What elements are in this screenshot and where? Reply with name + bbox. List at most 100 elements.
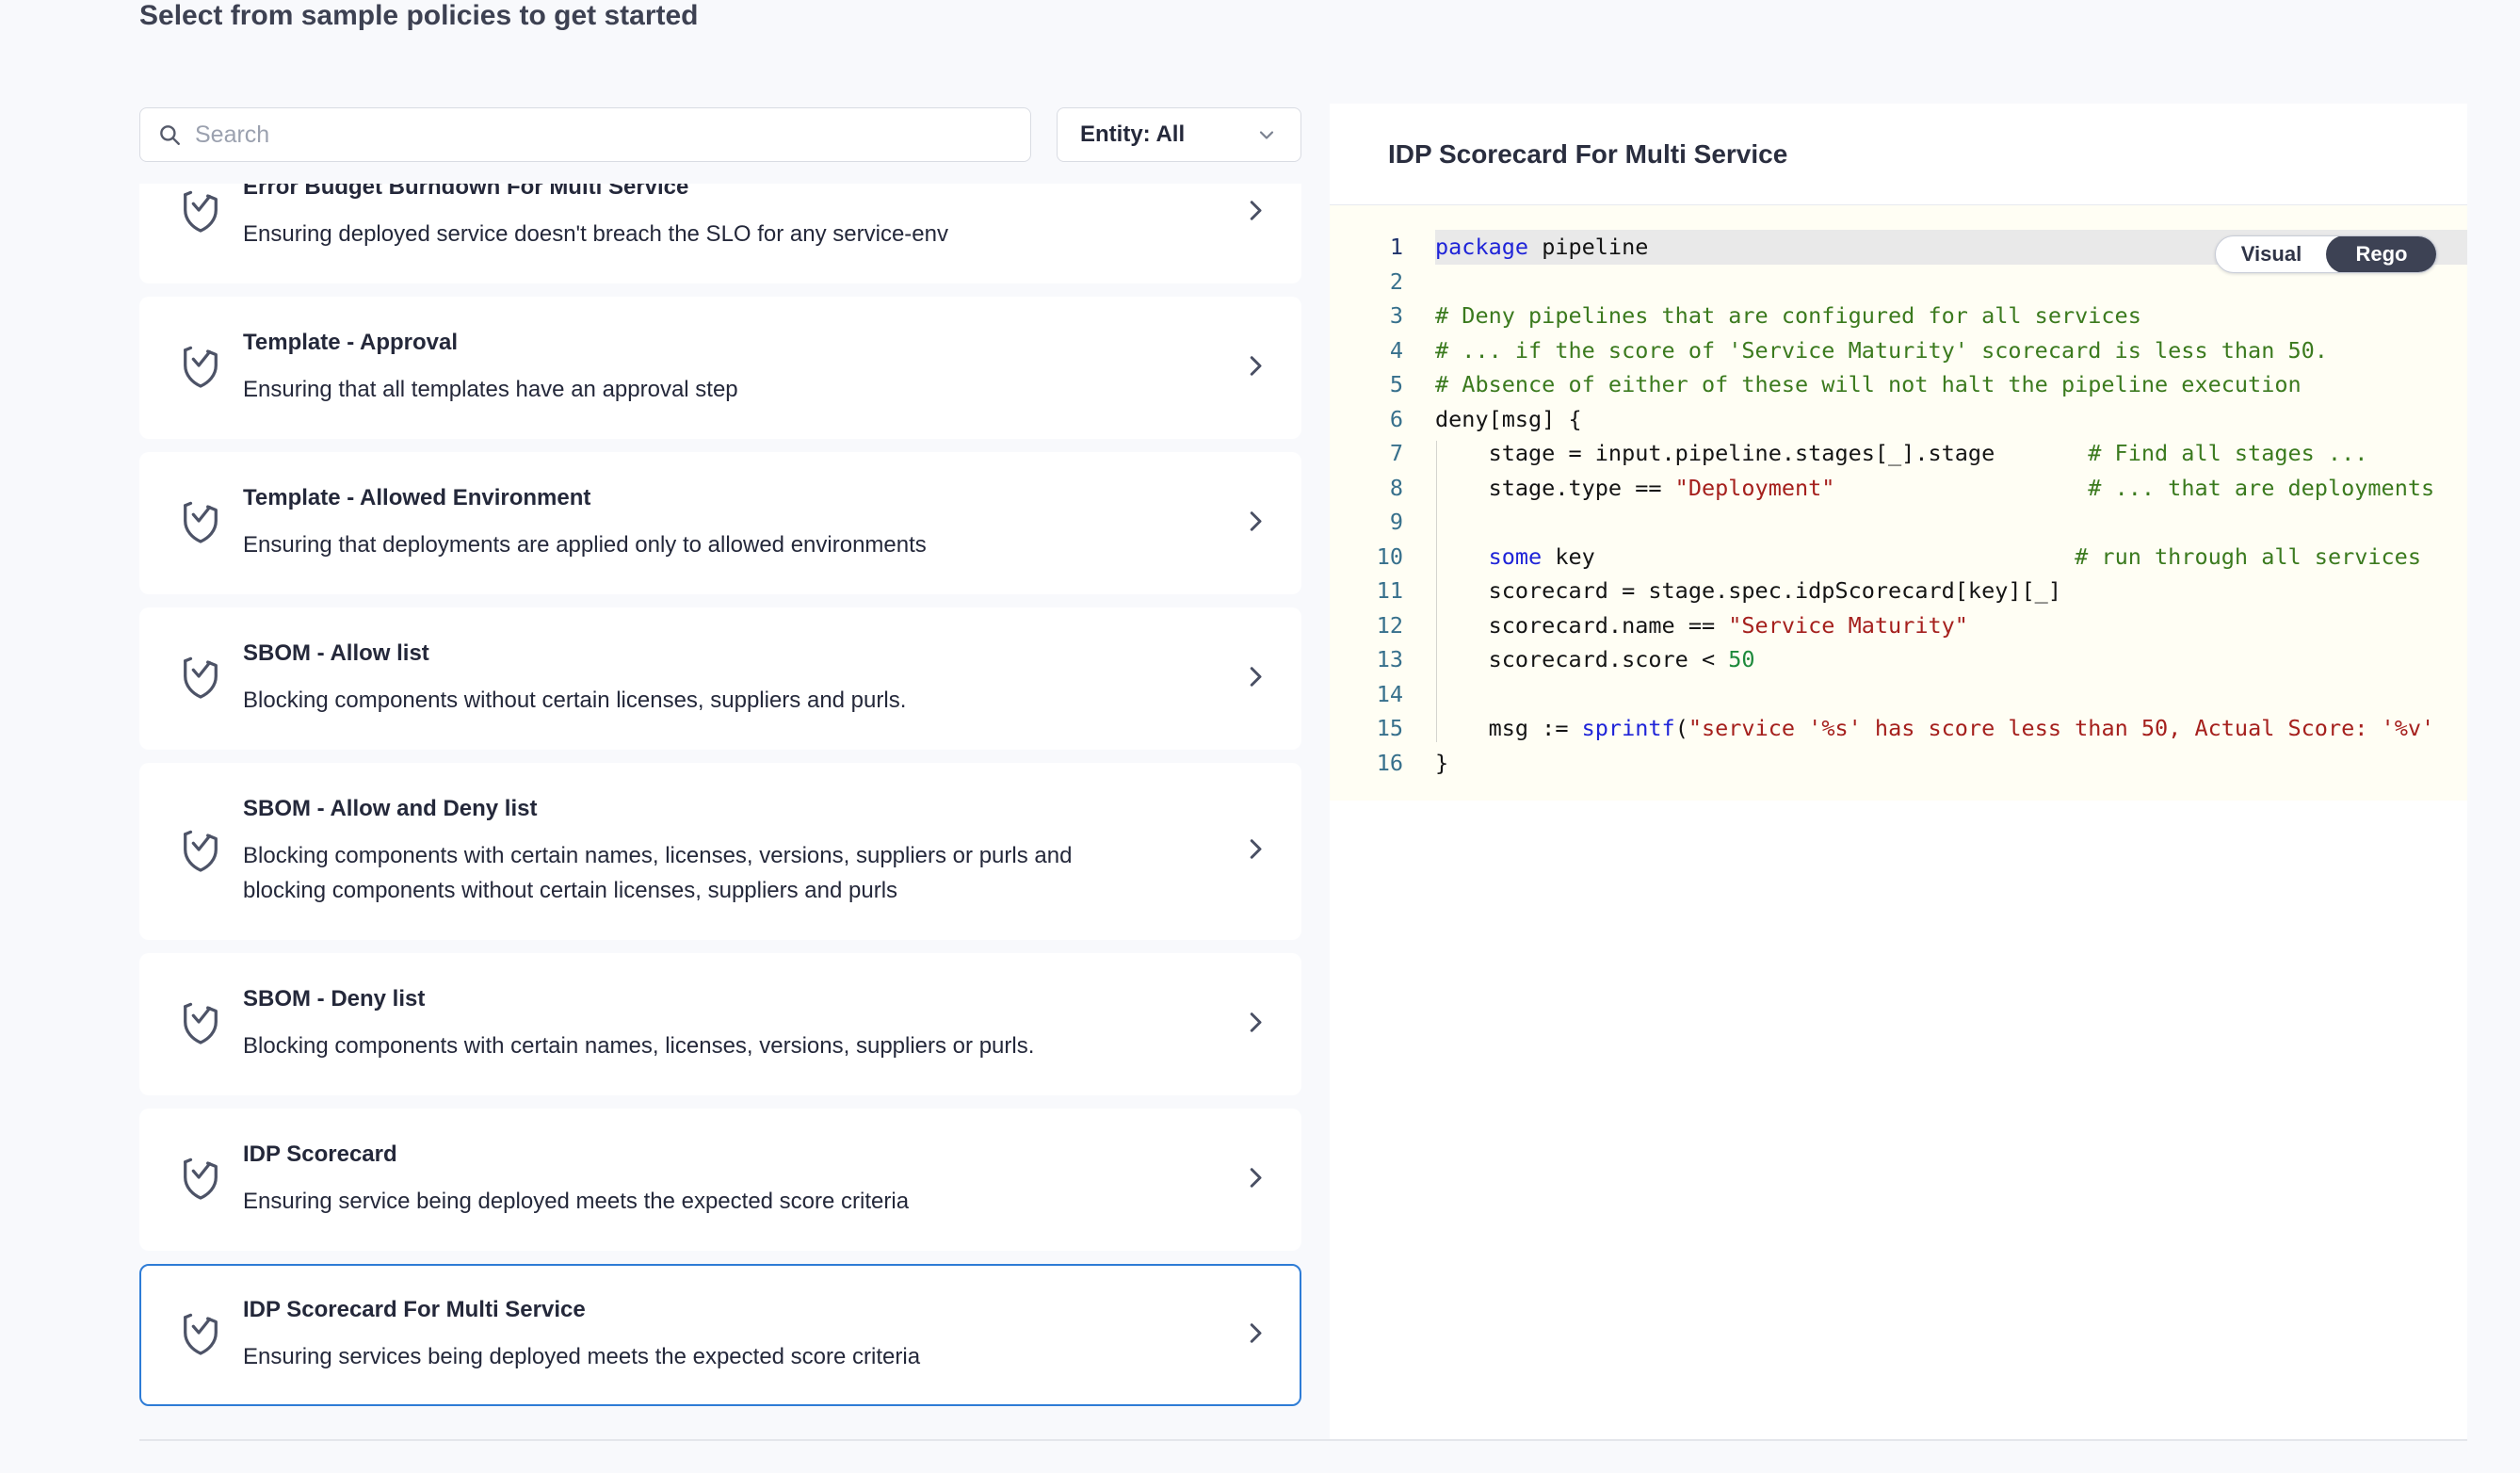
policy-description: Blocking components without certain lice… — [243, 683, 1128, 718]
policy-title: SBOM - Allow and Deny list — [243, 795, 1234, 823]
policy-texts: SBOM - Allow list Blocking components wit… — [243, 639, 1234, 718]
line-content: deny[msg] { — [1435, 402, 2467, 437]
policy-card[interactable]: SBOM - Allow list Blocking components wit… — [139, 607, 1301, 750]
shield-check-icon — [179, 653, 222, 704]
policy-description: Blocking components with certain names, … — [243, 838, 1128, 908]
chevron-right-icon — [1241, 348, 1269, 387]
code-line: 3 # Deny pipelines that are configured fo… — [1330, 299, 2467, 333]
code-line: 6deny[msg] { — [1330, 402, 2467, 437]
line-number: 7 — [1330, 440, 1403, 466]
entity-filter-dropdown[interactable]: Entity: All — [1057, 107, 1301, 162]
code-line: 5# Absence of either of these will not h… — [1330, 367, 2467, 402]
line-content: # ... if the score of 'Service Maturity'… — [1435, 333, 2467, 368]
chevron-right-icon — [1241, 193, 1269, 232]
list-toolbar: Entity: All — [139, 107, 1301, 162]
policy-card[interactable]: IDP Scorecard Ensuring service being depl… — [139, 1109, 1301, 1251]
policy-title: Template - Approval — [243, 329, 1234, 357]
policy-title: IDP Scorecard — [243, 1141, 1234, 1169]
line-number: 16 — [1330, 750, 1403, 776]
chevron-right-icon — [1241, 1005, 1269, 1044]
line-content: scorecard.name == "Service Maturity" — [1435, 608, 2467, 643]
search-input[interactable] — [195, 121, 1013, 149]
line-number: 8 — [1330, 475, 1403, 501]
policy-card[interactable]: SBOM - Allow and Deny list Blocking compo… — [139, 763, 1301, 940]
code-editor[interactable]: 1package pipeline23# Deny pipelines that… — [1330, 205, 2467, 1438]
code-line: 12 scorecard.name == "Service Maturity" — [1330, 608, 2467, 643]
chevron-right-icon — [1241, 1160, 1269, 1199]
line-content: # Absence of either of these will not ha… — [1435, 367, 2467, 402]
detail-header: IDP Scorecard For Multi Service — [1330, 104, 2467, 205]
code-line: 10 some key # run through all services — [1330, 540, 2467, 575]
policy-card[interactable]: Template - Approval Ensuring that all tem… — [139, 297, 1301, 439]
chevron-down-icon — [1255, 123, 1278, 146]
policy-description: Ensuring that deployments are applied on… — [243, 527, 1128, 562]
code-line: 16} — [1330, 746, 2467, 781]
line-content — [1435, 505, 2467, 540]
line-content: } — [1435, 746, 2467, 781]
line-content: scorecard = stage.spec.idpScorecard[key]… — [1435, 574, 2467, 608]
line-number: 1 — [1330, 234, 1403, 260]
detail-title: IDP Scorecard For Multi Service — [1388, 139, 1787, 170]
line-number: 13 — [1330, 646, 1403, 672]
line-number: 15 — [1330, 715, 1403, 741]
policy-card[interactable]: Error Budget Burndown For Multi Service E… — [139, 184, 1301, 283]
content-bottom-divider — [139, 1439, 2467, 1441]
line-number: 2 — [1330, 268, 1403, 295]
chevron-right-icon — [1241, 833, 1269, 871]
policy-texts: Template - Allowed Environment Ensuring t… — [243, 484, 1234, 562]
search-icon — [157, 122, 182, 147]
policy-description: Blocking components with certain names, … — [243, 1028, 1128, 1063]
line-content: stage = input.pipeline.stages[_].stage #… — [1435, 436, 2467, 471]
entity-filter-label: Entity: All — [1080, 121, 1185, 148]
toggle-visual-button[interactable]: Visual — [2216, 236, 2327, 272]
policy-title: IDP Scorecard For Multi Service — [243, 1296, 1234, 1324]
policy-description: Ensuring service being deployed meets th… — [243, 1184, 1128, 1219]
policy-card[interactable]: Template - Allowed Environment Ensuring t… — [139, 452, 1301, 594]
shield-check-icon — [179, 497, 222, 549]
shield-check-icon — [179, 998, 222, 1050]
search-box[interactable] — [139, 107, 1031, 162]
policy-description: Ensuring services being deployed meets t… — [243, 1339, 1128, 1374]
line-number: 11 — [1330, 577, 1403, 604]
shield-check-icon — [179, 342, 222, 394]
code-line: 7 stage = input.pipeline.stages[_].stage… — [1330, 436, 2467, 471]
toggle-rego-button[interactable]: Rego — [2326, 235, 2437, 273]
line-number: 4 — [1330, 337, 1403, 364]
code-line: 8 stage.type == "Deployment" # ... that … — [1330, 471, 2467, 506]
code-lines: 1package pipeline23# Deny pipelines that… — [1330, 205, 2467, 780]
line-content: msg := sprintf("service '%s' has score l… — [1435, 711, 2467, 746]
view-mode-toggle: Visual Rego — [2215, 235, 2437, 273]
line-number: 14 — [1330, 681, 1403, 707]
line-content: # Deny pipelines that are configured for… — [1435, 299, 2467, 333]
chevron-right-icon — [1241, 504, 1269, 542]
shield-check-icon — [179, 1154, 222, 1206]
line-content: some key # run through all services — [1435, 540, 2467, 575]
code-line: 14 — [1330, 677, 2467, 712]
chevron-right-icon — [1241, 659, 1269, 698]
code-line: 4 # ... if the score of 'Service Maturity… — [1330, 333, 2467, 368]
policy-title: Error Budget Burndown For Multi Service — [243, 184, 1234, 202]
policy-texts: SBOM - Allow and Deny list Blocking compo… — [243, 795, 1234, 908]
policy-title: Template - Allowed Environment — [243, 484, 1234, 512]
policy-title: SBOM - Allow list — [243, 639, 1234, 668]
chevron-right-icon — [1241, 1316, 1269, 1354]
line-number: 3 — [1330, 302, 1403, 329]
policy-texts: SBOM - Deny list Blocking components with… — [243, 985, 1234, 1063]
policy-card[interactable]: IDP Scorecard For Multi Service Ensuring … — [139, 1264, 1301, 1406]
shield-check-icon — [179, 826, 222, 878]
policy-texts: Template - Approval Ensuring that all tem… — [243, 329, 1234, 407]
line-content — [1435, 677, 2467, 712]
code-line: 11 scorecard = stage.spec.idpScorecard[k… — [1330, 574, 2467, 608]
policy-description: Ensuring deployed service doesn't breach… — [243, 217, 1128, 251]
line-number: 10 — [1330, 543, 1403, 570]
policy-texts: IDP Scorecard For Multi Service Ensuring … — [243, 1296, 1234, 1374]
page-title: Select from sample policies to get start… — [139, 0, 699, 32]
policy-title: SBOM - Deny list — [243, 985, 1234, 1013]
policy-description: Ensuring that all templates have an appr… — [243, 372, 1128, 407]
code-line: 15 msg := sprintf("service '%s' has scor… — [1330, 711, 2467, 746]
shield-check-icon — [179, 186, 222, 238]
line-content: stage.type == "Deployment" # ... that ar… — [1435, 471, 2467, 506]
code-line: 9 — [1330, 505, 2467, 540]
policy-card[interactable]: SBOM - Deny list Blocking components with… — [139, 953, 1301, 1095]
policy-texts: Error Budget Burndown For Multi Service E… — [243, 184, 1234, 251]
